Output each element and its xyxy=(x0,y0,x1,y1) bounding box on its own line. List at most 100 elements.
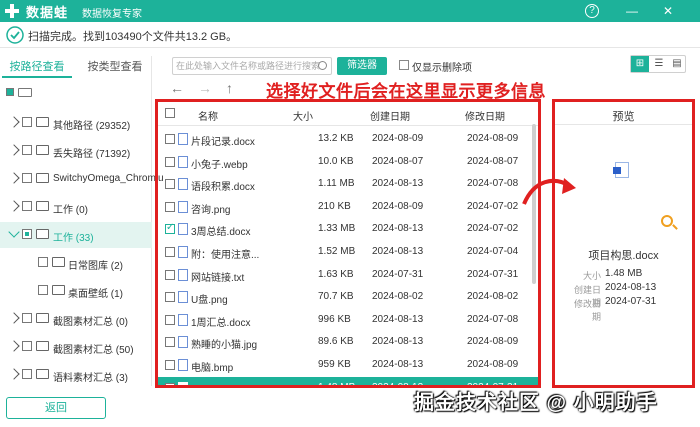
row-checkbox[interactable] xyxy=(165,134,175,144)
search-placeholder: 在此处输入文件名称或路径进行搜索 xyxy=(176,61,321,71)
table-row[interactable]: 1周汇总.docx 996 KB 2024-08-13 2024-07-08 xyxy=(158,309,538,331)
root-checkbox[interactable] xyxy=(6,88,14,96)
back-button[interactable]: 返回 xyxy=(6,397,106,419)
cell-created: 2024-08-13 xyxy=(372,178,424,190)
tree-item[interactable]: 桌面壁纸 (1) xyxy=(0,278,152,304)
row-checkbox[interactable] xyxy=(165,179,175,190)
table-row[interactable]: 熟睡的小猫.jpg 89.6 KB 2024-08-13 2024-08-09 xyxy=(158,331,538,353)
row-checkbox[interactable] xyxy=(165,247,175,257)
tree-item[interactable]: 其他路径 (29352) xyxy=(0,110,152,136)
cell-name: 语段积累.docx xyxy=(191,182,255,194)
col-size[interactable]: 大小 xyxy=(293,108,313,123)
row-checkbox[interactable] xyxy=(165,156,175,167)
meta-modified-key: 修改日期 xyxy=(573,299,601,322)
tree-root-drive[interactable] xyxy=(6,86,36,100)
col-modified[interactable]: 修改日期 xyxy=(465,108,505,123)
tree-checkbox[interactable] xyxy=(22,341,32,351)
row-checkbox[interactable] xyxy=(165,292,175,303)
cell-name: 咨询.png xyxy=(191,204,231,216)
cell-size: 1.52 MB xyxy=(318,246,356,257)
app-title: 数据蛙 xyxy=(26,5,69,20)
list-view-icon[interactable]: ☰ xyxy=(650,56,668,72)
tab-by-type[interactable]: 按类型查看 xyxy=(80,56,150,78)
cell-created: 2024-08-13 xyxy=(372,336,424,348)
forward-arrow-icon[interactable]: → xyxy=(198,80,212,96)
row-checkbox[interactable] xyxy=(165,269,175,280)
tree-item[interactable]: 截图素材汇总 (50) xyxy=(0,334,152,360)
tree-item[interactable]: 工作 (0) xyxy=(0,194,152,220)
search-icon[interactable] xyxy=(318,61,327,70)
tree-checkbox[interactable] xyxy=(22,173,32,183)
table-row[interactable]: 片段记录.docx 13.2 KB 2024-08-09 2024-08-09 xyxy=(158,128,538,150)
row-checkbox[interactable] xyxy=(165,222,175,235)
cell-size: 13.2 KB xyxy=(318,133,354,144)
row-checkbox[interactable] xyxy=(165,337,175,348)
cell-size: 1.11 MB xyxy=(318,178,355,190)
back-arrow-icon[interactable]: ← xyxy=(170,80,184,96)
minimize-button[interactable]: — xyxy=(624,3,640,19)
status-bar: 扫描完成。找到103490个文件共13.2 GB。 xyxy=(0,22,700,48)
select-all-checkbox[interactable] xyxy=(165,108,175,118)
col-name[interactable]: 名称 xyxy=(198,108,218,123)
chevron-right-icon[interactable] xyxy=(8,200,20,212)
tree-item[interactable]: SwitchyOmega_Chromiu xyxy=(0,166,164,192)
chevron-right-icon[interactable] xyxy=(8,116,20,128)
folder-icon xyxy=(36,173,49,183)
table-row[interactable]: 网站链接.txt 1.63 KB 2024-07-31 2024-07-31 xyxy=(158,264,538,286)
col-created[interactable]: 创建日期 xyxy=(370,108,410,123)
cell-created: 2024-08-13 xyxy=(372,246,424,257)
row-checkbox[interactable] xyxy=(165,382,175,385)
table-row[interactable]: 小兔子.webp 10.0 KB 2024-08-07 2024-08-07 xyxy=(158,151,538,173)
chevron-right-icon[interactable] xyxy=(8,172,20,184)
filter-button[interactable]: 筛选器 xyxy=(337,57,387,75)
folder-icon xyxy=(36,313,49,323)
table-row[interactable]: 电脑.bmp 959 KB 2024-08-13 2024-08-09 xyxy=(158,354,538,376)
cell-modified: 2024-07-02 xyxy=(467,200,519,212)
close-button[interactable]: ✕ xyxy=(660,3,676,19)
cell-size: 1.33 MB xyxy=(318,223,356,235)
table-row[interactable]: 语段积累.docx 1.11 MB 2024-08-13 2024-07-08 xyxy=(158,173,538,195)
chevron-right-icon[interactable] xyxy=(8,340,20,352)
cell-created: 2024-08-02 xyxy=(372,291,424,303)
search-input[interactable]: 在此处输入文件名称或路径进行搜索 xyxy=(172,57,332,75)
tree-checkbox[interactable] xyxy=(22,313,32,323)
tree-checkbox[interactable] xyxy=(22,201,32,211)
table-row[interactable]: 3周总结.docx 1.33 MB 2024-08-13 2024-07-02 xyxy=(158,218,538,240)
show-deleted-checkbox[interactable] xyxy=(399,60,409,70)
up-arrow-icon[interactable]: ↑ xyxy=(226,80,233,96)
row-checkbox[interactable] xyxy=(165,201,175,212)
cell-modified: 2024-07-31 xyxy=(467,268,519,280)
tree-checkbox[interactable] xyxy=(22,145,32,155)
chevron-right-icon[interactable] xyxy=(8,312,20,324)
cell-name: 附：使用注意... xyxy=(191,250,260,261)
tree-checkbox[interactable] xyxy=(22,369,32,379)
cell-size: 1.63 KB xyxy=(318,268,354,280)
help-icon[interactable]: ? xyxy=(585,4,599,18)
tree-item[interactable]: 丢失路径 (71392) xyxy=(0,138,152,164)
preview-panel: 预览 项目构思.docx 大小 1.48 MB 创建日期 2024-08-13 … xyxy=(552,99,695,388)
chevron-right-icon[interactable] xyxy=(8,144,20,156)
tree-checkbox[interactable] xyxy=(22,117,32,127)
chevron-right-icon[interactable] xyxy=(8,368,20,380)
chevron-down-icon[interactable] xyxy=(8,226,20,238)
table-row[interactable]: 咨询.png 210 KB 2024-08-09 2024-07-02 xyxy=(158,196,538,218)
row-checkbox[interactable] xyxy=(165,360,175,370)
table-row[interactable]: 附：使用注意... 1.52 MB 2024-08-13 2024-07-04 xyxy=(158,241,538,263)
file-list-panel: 名称 大小 创建日期 修改日期 片段记录.docx 13.2 KB 2024-08-… xyxy=(155,99,541,388)
tab-by-path[interactable]: 按路径查看 xyxy=(2,56,72,78)
tree-item[interactable]: 截图素材汇总 (0) xyxy=(0,306,152,332)
tree-checkbox[interactable] xyxy=(38,285,48,295)
row-checkbox[interactable] xyxy=(165,314,175,325)
tree-item-label: 截图素材汇总 (50) xyxy=(53,345,134,356)
tree-checkbox[interactable] xyxy=(38,257,48,267)
zoom-icon[interactable] xyxy=(661,215,673,227)
grid-view-icon[interactable]: ⊞ xyxy=(631,56,649,72)
tree-checkbox[interactable] xyxy=(22,229,32,239)
tree-item[interactable]: 日常图库 (2) xyxy=(0,250,152,276)
cell-size: 210 KB xyxy=(318,200,351,212)
tree-item[interactable]: 语料素材汇总 (3) xyxy=(0,362,152,388)
table-row[interactable]: U盘.png 70.7 KB 2024-08-02 2024-08-02 xyxy=(158,286,538,308)
detail-view-icon[interactable]: ▤ xyxy=(668,56,686,72)
tree-item-label: 丢失路径 (71392) xyxy=(53,149,131,160)
tree-item-selected[interactable]: 工作 (33) xyxy=(0,222,152,248)
